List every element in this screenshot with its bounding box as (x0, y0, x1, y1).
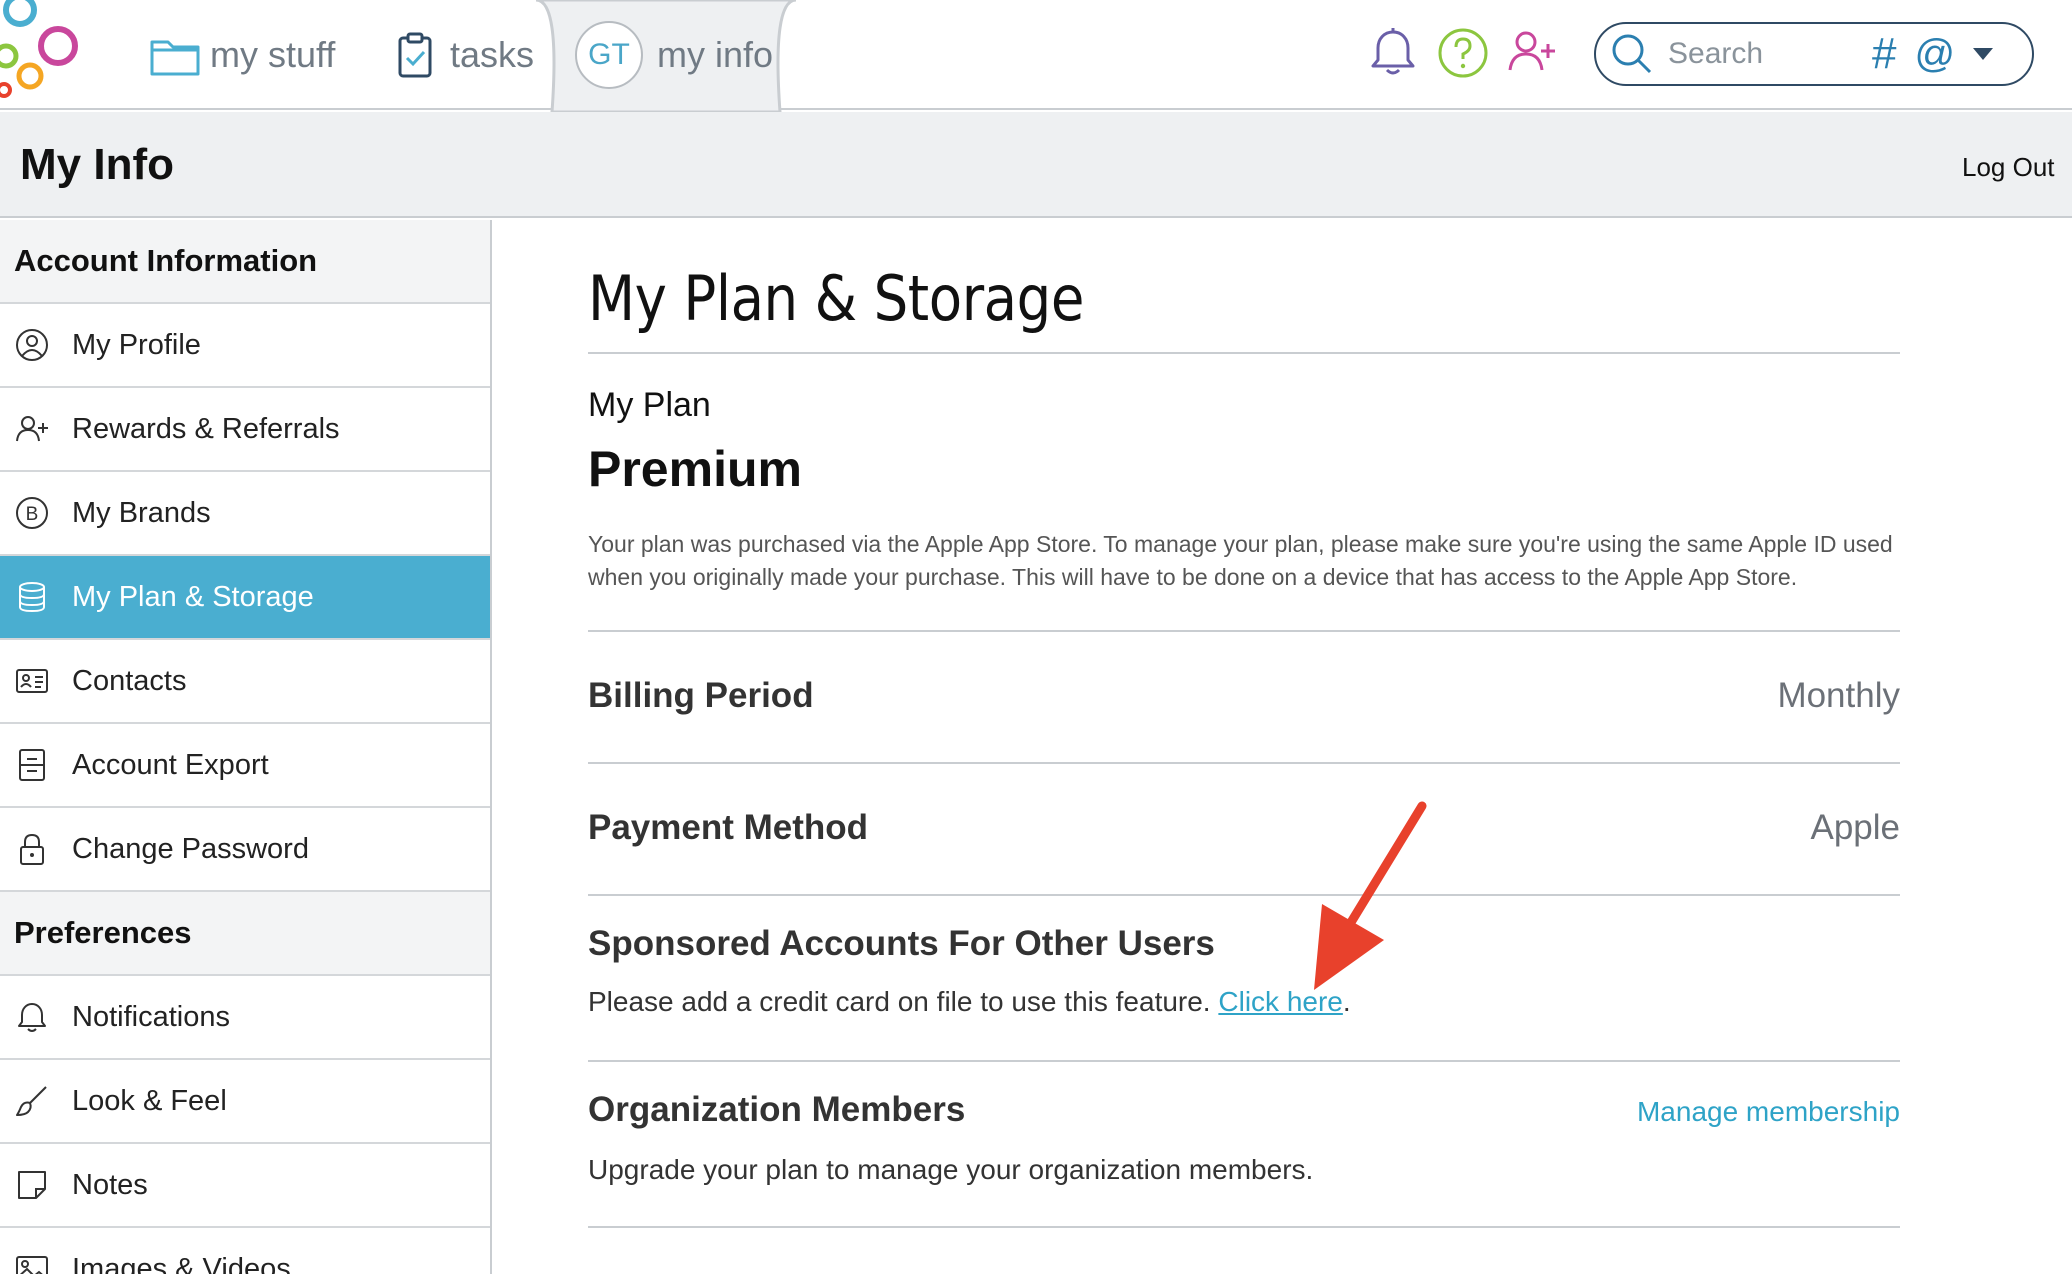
sidebar-item-label: Notifications (72, 1000, 230, 1033)
sidebar-item-notifications[interactable]: Notifications (0, 976, 490, 1060)
sidebar-item-my-profile[interactable]: My Profile (0, 304, 490, 388)
add-user-icon[interactable] (1502, 22, 1564, 84)
organization-members-title: Organization Members (588, 1090, 966, 1129)
sponsored-accounts-title: Sponsored Accounts For Other Users (588, 924, 1215, 963)
brush-icon (16, 1086, 47, 1116)
page-title: My Info (20, 140, 174, 189)
search-icon[interactable] (1608, 30, 1656, 78)
search-bar: # @ (1594, 22, 2034, 86)
sidebar-item-rewards-referrals[interactable]: Rewards & Referrals (0, 388, 490, 472)
sidebar: Account Information My Profile Rewards &… (0, 220, 492, 1274)
nav-tab-tasks[interactable]: tasks (388, 20, 534, 90)
sidebar-item-images-videos[interactable]: Images & Videos (0, 1228, 490, 1274)
add-user-icon (16, 416, 48, 442)
divider (588, 762, 1900, 764)
sidebar-item-label: Notes (72, 1168, 148, 1201)
plan-name: Premium (588, 441, 802, 497)
avatar: GT (575, 21, 643, 89)
app-logo[interactable] (0, 0, 90, 100)
divider (588, 352, 1900, 354)
divider (588, 894, 1900, 896)
sidebar-item-label: Images & Videos (72, 1252, 291, 1274)
sidebar-item-account-export[interactable]: Account Export (0, 724, 490, 808)
sidebar-item-my-plan-storage[interactable]: My Plan & Storage (0, 556, 490, 640)
export-icon (19, 749, 45, 781)
sidebar-item-label: My Plan & Storage (72, 580, 314, 613)
plan-description: Your plan was purchased via the Apple Ap… (588, 531, 1893, 590)
brand-icon: B (16, 497, 48, 529)
top-navigation-bar: my stuff tasks GT my info # @ (0, 0, 2072, 112)
organization-members-text: Upgrade your plan to manage your organiz… (588, 1154, 1314, 1185)
sponsored-accounts-message: Please add a credit card on file to use … (588, 986, 1211, 1017)
bell-icon[interactable] (1362, 22, 1424, 84)
sidebar-item-label: My Brands (72, 496, 211, 529)
hashtag-filter-button[interactable]: # (1872, 29, 1896, 79)
annotation-arrow-icon (1314, 801, 1427, 990)
manage-membership-link[interactable]: Manage membership (1500, 1096, 1900, 1128)
search-input[interactable] (1668, 37, 1868, 71)
sidebar-item-label: Account Export (72, 748, 269, 781)
divider (588, 1060, 1900, 1062)
clipboard-icon (398, 32, 432, 78)
sidebar-item-my-brands[interactable]: B My Brands (0, 472, 490, 556)
sidebar-item-label: Rewards & Referrals (72, 412, 340, 445)
lock-icon (20, 833, 44, 865)
sidebar-item-label: My Profile (72, 328, 201, 361)
profile-icon (16, 329, 48, 361)
divider (588, 630, 1900, 632)
svg-text:B: B (26, 504, 39, 525)
database-icon (19, 582, 45, 613)
contact-card-icon (16, 669, 48, 693)
page-header (0, 112, 2072, 218)
payment-method-label: Payment Method (588, 808, 869, 847)
mention-filter-button[interactable]: @ (1914, 32, 1955, 77)
my-plan-label: My Plan (588, 386, 711, 424)
sidebar-item-label: Contacts (72, 664, 187, 697)
sidebar-item-contacts[interactable]: Contacts (0, 640, 490, 724)
section-title: My Plan & Storage (588, 262, 1085, 335)
payment-method-value: Apple (1810, 808, 1900, 847)
sidebar-item-look-feel[interactable]: Look & Feel (0, 1060, 490, 1144)
nav-tab-my-stuff[interactable]: my stuff (148, 20, 335, 90)
nav-tab-label: my stuff (210, 34, 336, 75)
help-icon[interactable] (1432, 22, 1494, 84)
divider (588, 1226, 1900, 1228)
billing-period-label: Billing Period (588, 676, 814, 715)
sidebar-section-preferences: Preferences (0, 892, 490, 976)
note-icon (18, 1171, 46, 1199)
sidebar-item-notes[interactable]: Notes (0, 1144, 490, 1228)
nav-tab-label: my info (657, 34, 774, 75)
sidebar-item-label: Look & Feel (72, 1084, 227, 1117)
log-out-button[interactable]: Log Out (1962, 152, 2055, 183)
folder-icon (150, 40, 200, 76)
nav-tab-my-info[interactable]: GT my info (575, 20, 773, 90)
sidebar-section-account-information: Account Information (0, 220, 490, 304)
sponsored-accounts-text: Please add a credit card on file to use … (588, 986, 1351, 1018)
bell-icon (18, 1003, 46, 1032)
sidebar-item-change-password[interactable]: Change Password (0, 808, 490, 892)
nav-tab-label: tasks (450, 34, 535, 75)
chevron-down-icon[interactable] (1973, 48, 1994, 60)
billing-period-value: Monthly (1777, 676, 1900, 715)
image-icon (16, 1256, 48, 1274)
sidebar-item-label: Change Password (72, 832, 309, 865)
